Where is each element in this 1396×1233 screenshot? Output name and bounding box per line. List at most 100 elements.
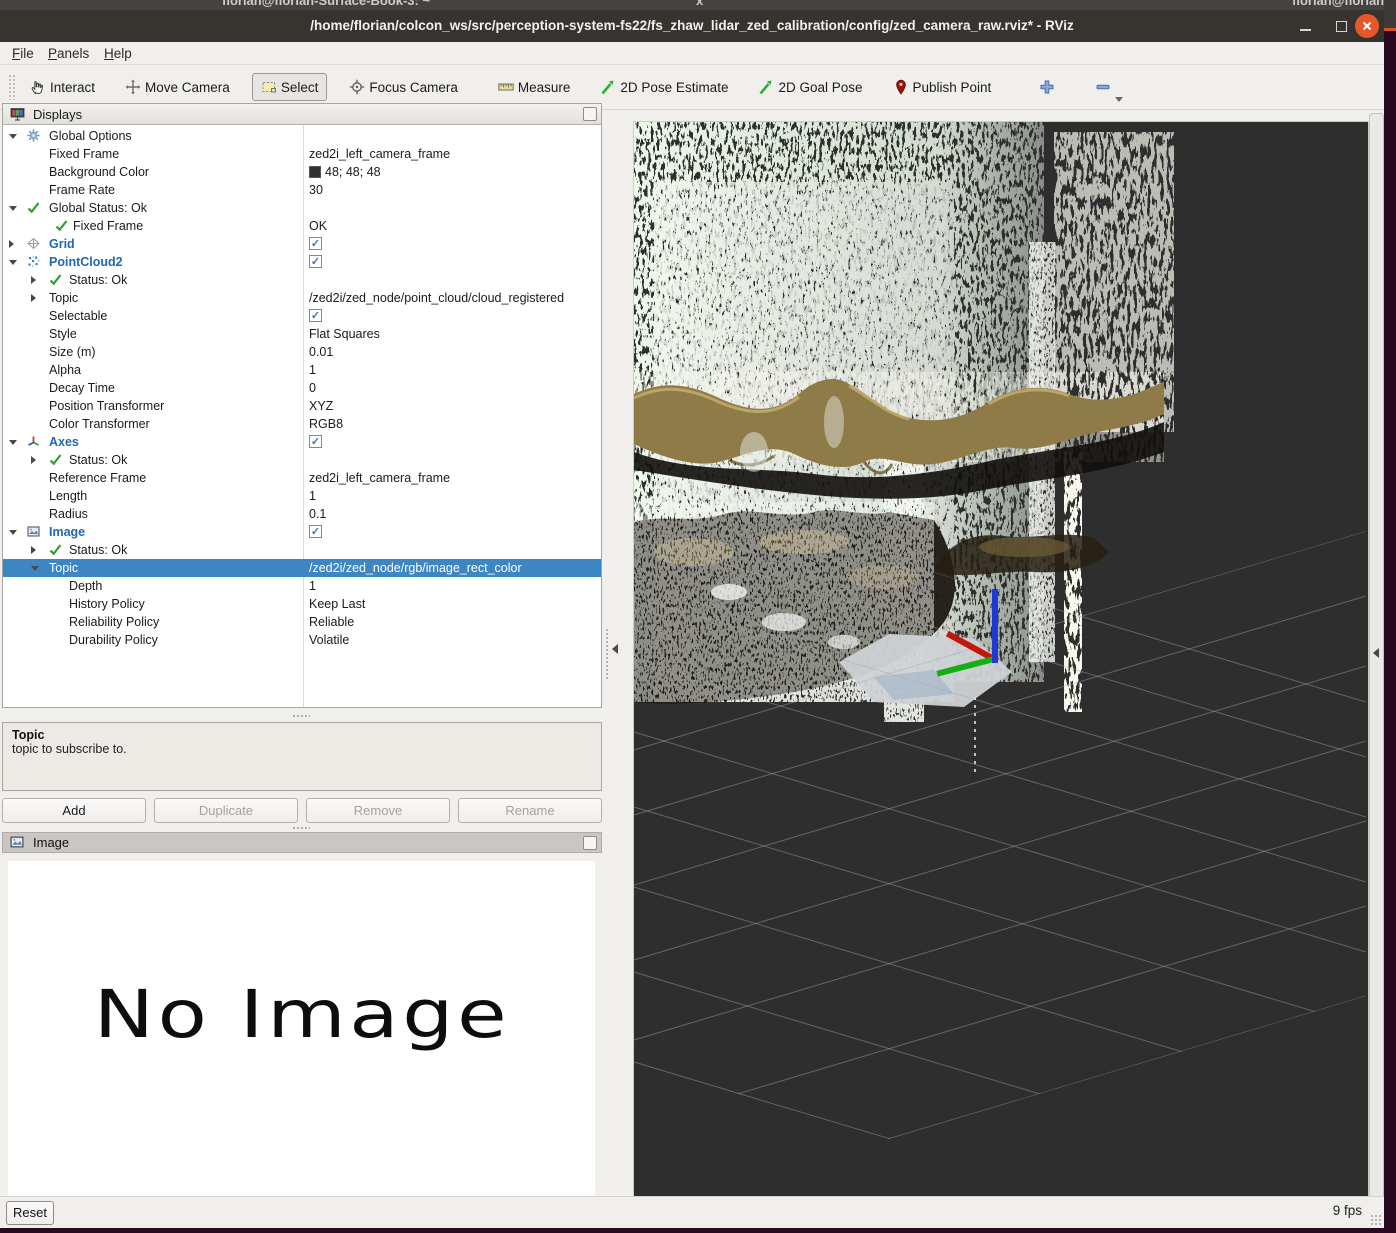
display-row-status-ok-23[interactable]: Status: Ok <box>3 541 601 559</box>
property-value[interactable]: 30 <box>309 182 323 198</box>
chevron-right-icon[interactable] <box>31 456 36 464</box>
display-row-fixed-frame-5[interactable]: Fixed Frame OK <box>3 217 601 235</box>
menu-file[interactable]: File <box>8 44 38 63</box>
image-panel-float-button[interactable] <box>583 836 597 850</box>
property-value[interactable]: 1 <box>309 488 316 504</box>
tool-focus-camera[interactable]: Focus Camera <box>341 74 466 100</box>
display-row-radius-21[interactable]: Radius 0.1 <box>3 505 601 523</box>
right-panel-gutter[interactable] <box>1369 113 1384 1202</box>
collapse-right-panel-icon[interactable] <box>1373 648 1379 658</box>
remove-button[interactable]: Remove <box>306 798 450 823</box>
chevron-right-icon[interactable] <box>9 240 14 248</box>
property-value[interactable]: Volatile <box>309 632 349 648</box>
minimize-button[interactable] <box>1294 14 1318 38</box>
display-row-pointcloud2-7[interactable]: PointCloud2 ✓ <box>3 253 601 271</box>
chevron-down-icon[interactable] <box>31 566 39 571</box>
remove-tool-button[interactable] <box>1085 74 1124 102</box>
display-row-decay-time-14[interactable]: Decay Time 0 <box>3 379 601 397</box>
menu-panels[interactable]: Panels <box>44 44 93 63</box>
display-row-alpha-13[interactable]: Alpha 1 <box>3 361 601 379</box>
property-value[interactable]: Reliable <box>309 614 354 630</box>
display-row-topic-9[interactable]: Topic/zed2i/zed_node/point_cloud/cloud_r… <box>3 289 601 307</box>
displays-tree[interactable]: Global Options Fixed Frame zed2i_left_came… <box>3 125 601 707</box>
display-row-history-policy-26[interactable]: History Policy Keep Last <box>3 595 601 613</box>
titlebar[interactable]: /home/florian/colcon_ws/src/perception-s… <box>0 10 1384 42</box>
tool-2d-goal-pose[interactable]: 2D Goal Pose <box>750 74 870 100</box>
property-value[interactable]: /zed2i/zed_node/point_cloud/cloud_regist… <box>309 290 564 306</box>
display-row-image-22[interactable]: Image ✓ <box>3 523 601 541</box>
panel-splitter-handle-2[interactable] <box>292 826 310 831</box>
tool-measure[interactable]: Measure <box>490 74 579 100</box>
property-value[interactable]: XYZ <box>309 398 333 414</box>
enabled-checkbox[interactable]: ✓ <box>309 525 322 538</box>
display-row-background-color-2[interactable]: Background Color 48; 48; 48 <box>3 163 601 181</box>
display-row-reference-frame-19[interactable]: Reference Frame zed2i_left_camera_frame <box>3 469 601 487</box>
display-row-reliability-policy-27[interactable]: Reliability Policy Reliable <box>3 613 601 631</box>
tool-select[interactable]: Select <box>251 73 328 101</box>
display-row-global-options-0[interactable]: Global Options <box>3 127 601 145</box>
collapse-left-panel-icon[interactable] <box>612 644 618 654</box>
chevron-down-icon[interactable] <box>9 440 17 445</box>
chevron-right-icon[interactable] <box>31 294 36 302</box>
property-value[interactable]: 0.01 <box>309 344 333 360</box>
displays-panel-header[interactable]: Displays <box>3 104 601 125</box>
enabled-checkbox[interactable]: ✓ <box>309 435 322 448</box>
enabled-checkbox[interactable]: ✓ <box>309 255 322 268</box>
display-row-durability-policy-28[interactable]: Durability Policy Volatile <box>3 631 601 649</box>
property-value[interactable]: /zed2i/zed_node/rgb/image_rect_color <box>309 560 522 576</box>
property-value[interactable]: zed2i_left_camera_frame <box>309 470 450 486</box>
property-value[interactable]: 0 <box>309 380 316 396</box>
menu-help[interactable]: Help <box>100 44 136 63</box>
property-value[interactable]: 1 <box>309 362 316 378</box>
display-row-depth-25[interactable]: Depth 1 <box>3 577 601 595</box>
add-button[interactable]: Add <box>2 798 146 823</box>
display-row-size-m-12[interactable]: Size (m) 0.01 <box>3 343 601 361</box>
duplicate-button[interactable]: Duplicate <box>154 798 298 823</box>
chevron-right-icon[interactable] <box>31 546 36 554</box>
property-value[interactable]: RGB8 <box>309 416 343 432</box>
enabled-checkbox[interactable]: ✓ <box>309 237 322 250</box>
display-row-global-status-ok-4[interactable]: Global Status: Ok <box>3 199 601 217</box>
tool-interact[interactable]: Interact <box>22 74 103 100</box>
rename-button[interactable]: Rename <box>458 798 602 823</box>
tool-publish-point[interactable]: Publish Point <box>885 74 1000 100</box>
display-row-topic-24[interactable]: Topic/zed2i/zed_node/rgb/image_rect_colo… <box>3 559 601 577</box>
resize-grip[interactable] <box>1370 1214 1382 1226</box>
property-value[interactable]: zed2i_left_camera_frame <box>309 146 450 162</box>
property-value[interactable]: 0.1 <box>309 506 326 522</box>
3d-viewport[interactable] <box>633 121 1369 1202</box>
toolbar-drag-handle[interactable] <box>8 74 16 100</box>
property-value[interactable]: 48; 48; 48 <box>309 164 381 180</box>
enabled-checkbox[interactable]: ✓ <box>309 309 322 322</box>
chevron-down-icon[interactable] <box>9 260 17 265</box>
display-row-status-ok-8[interactable]: Status: Ok <box>3 271 601 289</box>
property-value[interactable]: Flat Squares <box>309 326 380 342</box>
display-row-frame-rate-3[interactable]: Frame Rate 30 <box>3 181 601 199</box>
display-row-grid-6[interactable]: Grid ✓ <box>3 235 601 253</box>
tool-move-camera[interactable]: Move Camera <box>117 74 238 100</box>
display-row-selectable-10[interactable]: Selectable ✓ <box>3 307 601 325</box>
display-row-color-transformer-16[interactable]: Color Transformer RGB8 <box>3 415 601 433</box>
close-button[interactable] <box>1355 14 1379 38</box>
property-value[interactable]: Keep Last <box>309 596 365 612</box>
chevron-down-icon[interactable] <box>9 530 17 535</box>
maximize-button[interactable] <box>1330 14 1354 38</box>
image-panel-header[interactable]: Image <box>2 832 602 853</box>
display-row-position-transformer-15[interactable]: Position Transformer XYZ <box>3 397 601 415</box>
display-row-style-11[interactable]: Style Flat Squares <box>3 325 601 343</box>
tool-2d-pose-estimate[interactable]: 2D Pose Estimate <box>592 74 736 100</box>
add-tool-button[interactable] <box>1029 74 1065 100</box>
property-value[interactable]: OK <box>309 218 327 234</box>
display-row-fixed-frame-1[interactable]: Fixed Frame zed2i_left_camera_frame <box>3 145 601 163</box>
chevron-down-icon[interactable] <box>9 206 17 211</box>
property-value[interactable]: 1 <box>309 578 316 594</box>
chevron-down-icon[interactable] <box>9 134 17 139</box>
panel-splitter-handle[interactable] <box>292 714 310 719</box>
chevron-right-icon[interactable] <box>31 276 36 284</box>
reset-button[interactable]: Reset <box>6 1201 54 1225</box>
display-row-status-ok-18[interactable]: Status: Ok <box>3 451 601 469</box>
display-row-length-20[interactable]: Length 1 <box>3 487 601 505</box>
display-row-axes-17[interactable]: Axes ✓ <box>3 433 601 451</box>
panel-resize-gutter[interactable] <box>602 110 633 1206</box>
panel-float-button[interactable] <box>583 107 597 121</box>
